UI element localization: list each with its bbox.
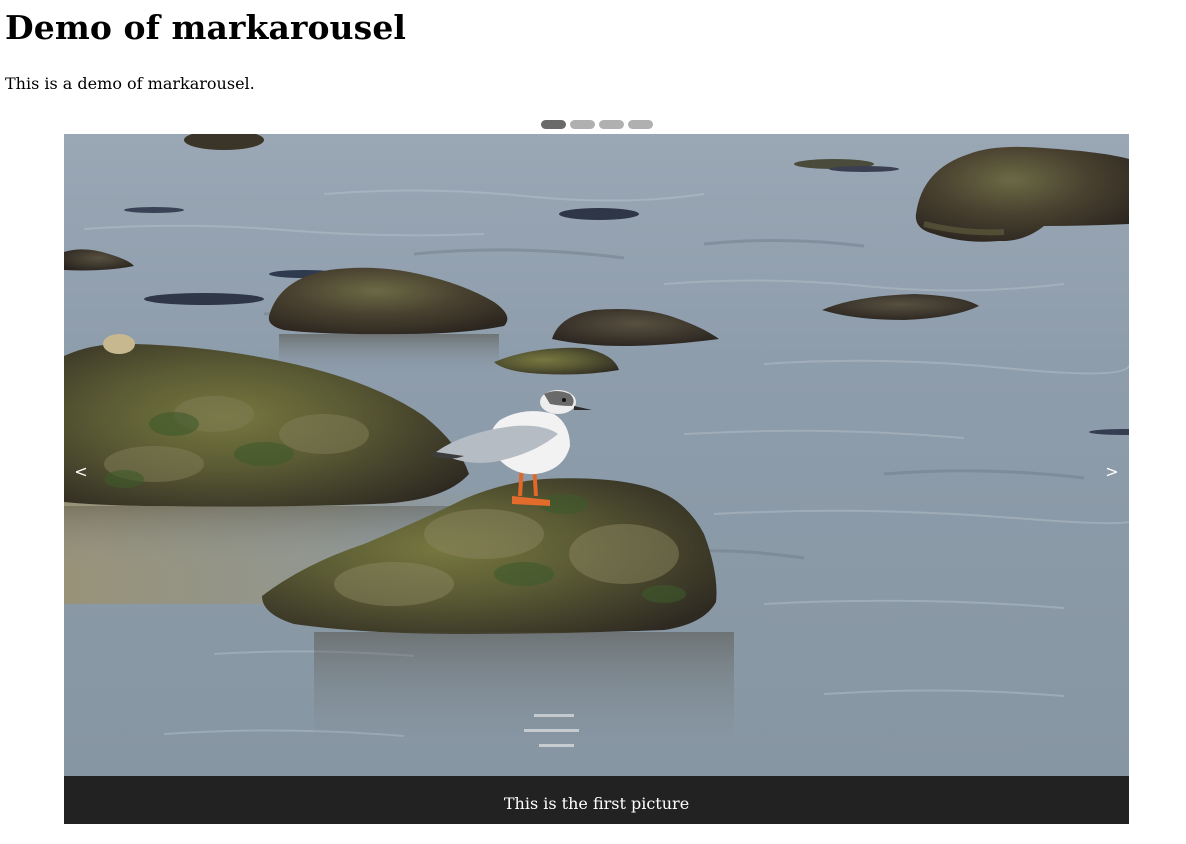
intro-text: This is a demo of markarousel. xyxy=(5,74,255,93)
previous-slide-button[interactable]: < xyxy=(66,458,96,486)
slide-indicator-4[interactable] xyxy=(628,120,653,129)
slide-indicator-1[interactable] xyxy=(541,120,566,129)
slide-indicator-2[interactable] xyxy=(570,120,595,129)
page-title: Demo of markarousel xyxy=(5,8,407,47)
slide-image xyxy=(64,134,1129,776)
page: Demo of markarousel This is a demo of ma… xyxy=(0,0,1186,844)
slide-indicators xyxy=(541,120,653,129)
slide-indicator-3[interactable] xyxy=(599,120,624,129)
carousel: < > This is the first picture xyxy=(64,134,1129,824)
next-slide-button[interactable]: > xyxy=(1097,458,1127,486)
slide-caption: This is the first picture xyxy=(64,776,1129,824)
